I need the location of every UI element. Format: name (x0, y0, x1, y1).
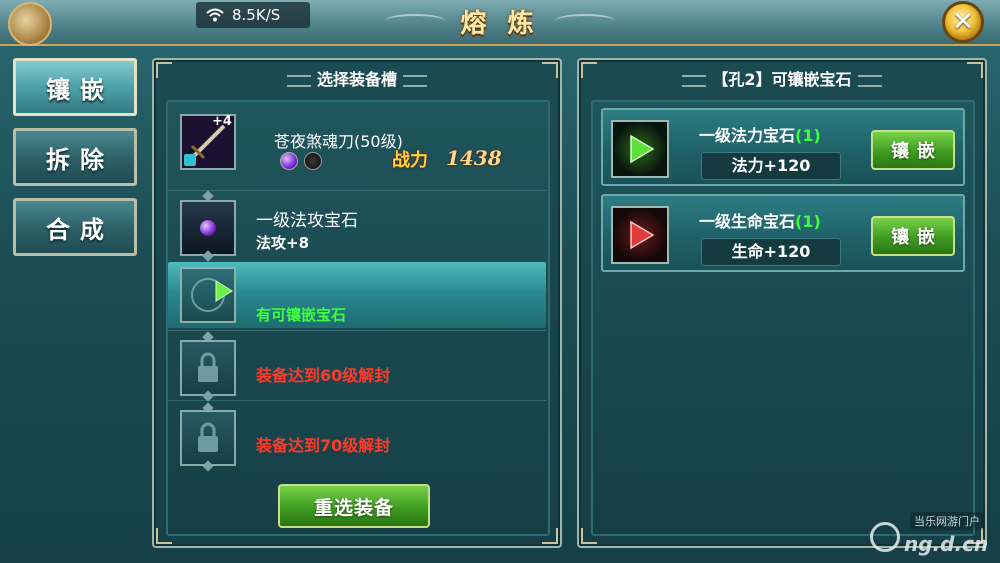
gem-2-stat: 生命+120 (701, 238, 841, 266)
socket-gem-icon (280, 152, 298, 170)
gem-slot-4 (180, 410, 236, 466)
available-gem-icon (191, 278, 233, 312)
reselect-equipment-button[interactable]: 重选装备 (278, 484, 430, 528)
title-right-deco (555, 14, 615, 28)
nav-remove-button[interactable]: 拆除 (13, 128, 137, 186)
inlay-health-gem-button[interactable]: 镶嵌 (871, 216, 955, 256)
item-name: 苍夜煞魂刀(50级) (274, 132, 403, 151)
gem-1-stat: 法力+120 (701, 152, 841, 180)
page-title: 熔 炼 (460, 9, 540, 39)
red-gem-icon (613, 208, 667, 262)
health-gem-slot (611, 206, 669, 264)
mana-gem-slot (611, 120, 669, 178)
bound-lock-icon (184, 154, 196, 166)
gem-panel-header: 【孔2】可镶嵌宝石 (579, 66, 985, 90)
magic-attack-gem-icon (200, 220, 216, 236)
enhance-level: +4 (212, 114, 232, 129)
slot-2-detail: 有可镶嵌宝石 (256, 306, 347, 324)
equip-panel-header: 选择装备槽 (154, 66, 560, 90)
watermark-domain: ng.d.cn (904, 532, 989, 556)
slot-4-detail: 装备达到70级解封 (256, 436, 391, 455)
lock-icon (198, 352, 218, 382)
gem-slot-3 (180, 340, 236, 396)
network-speed: 8.5K/S (232, 6, 281, 24)
gem-1-name: 一级法力宝石(1) (699, 126, 821, 145)
inlay-mana-gem-button[interactable]: 镶嵌 (871, 130, 955, 170)
gem-slot-2[interactable] (180, 267, 236, 323)
slot-1-detail: 法攻+8 (256, 234, 310, 252)
gem-slot-1[interactable] (180, 200, 236, 256)
network-status: 8.5K/S (196, 2, 310, 28)
gem-2-count: (1) (795, 212, 821, 231)
site-watermark: 当乐网游门户 ng.d.cn (870, 510, 995, 560)
weapon-slot[interactable]: +4 (180, 114, 236, 170)
power-value: 1438 (446, 146, 502, 170)
empty-socket-icon (304, 152, 322, 170)
gem-card-health: 一级生命宝石(1) 生命+120 镶嵌 (601, 194, 965, 272)
nav-combine-button[interactable]: 合成 (13, 198, 137, 256)
lock-icon (198, 422, 218, 452)
watermark-logo-icon (870, 522, 900, 552)
green-gem-icon (613, 122, 667, 176)
watermark-site: 当乐网游门户 (910, 512, 984, 530)
gem-card-mana: 一级法力宝石(1) 法力+120 镶嵌 (601, 108, 965, 186)
slot-3-detail: 装备达到60级解封 (256, 366, 391, 385)
left-ornament-icon (8, 2, 52, 46)
close-button[interactable]: ✕ (942, 1, 984, 43)
power-label: 战力 (392, 150, 428, 171)
nav-inlay-button[interactable]: 镶嵌 (13, 58, 137, 116)
gem-2-name: 一级生命宝石(1) (699, 212, 821, 231)
slot-1-title: 一级法攻宝石 (256, 211, 358, 231)
gem-1-count: (1) (795, 126, 821, 145)
top-bar: 8.5K/S 熔 炼 ✕ (0, 0, 1000, 46)
wifi-icon (206, 8, 224, 22)
title-left-deco (385, 14, 445, 28)
